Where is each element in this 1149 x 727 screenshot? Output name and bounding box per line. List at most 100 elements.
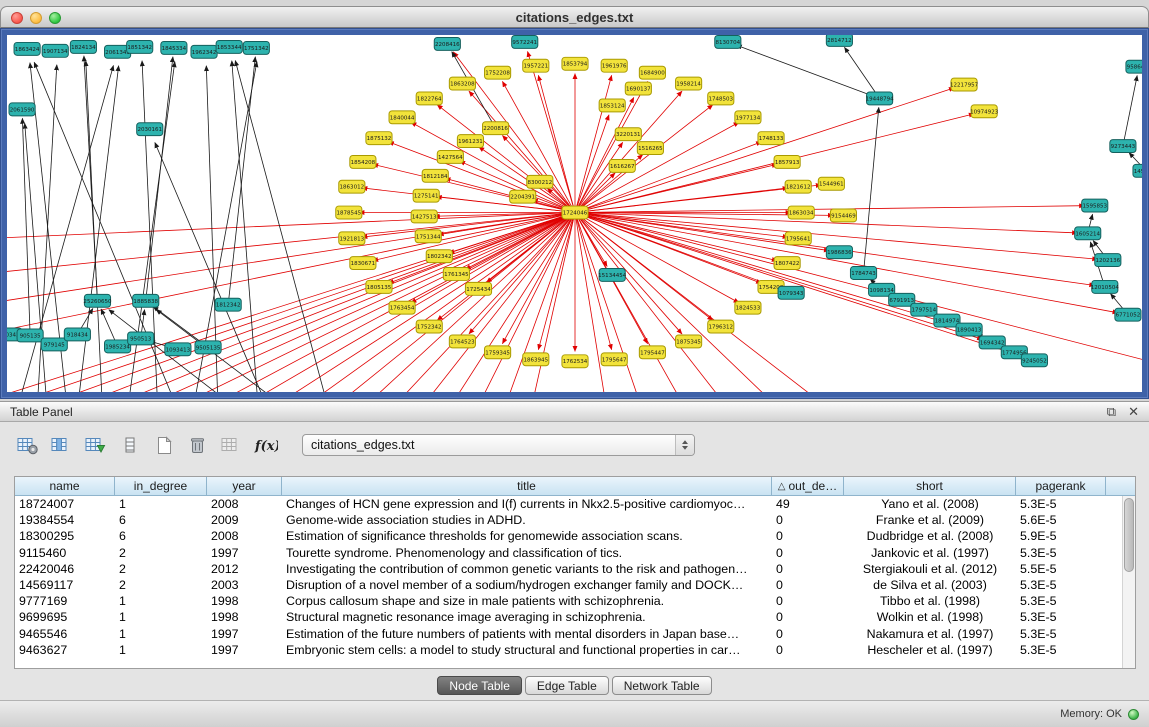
graph-node[interactable]: 979145 (41, 338, 67, 351)
graph-node[interactable]: 9273443 (1110, 140, 1136, 153)
graph-node[interactable]: 1427513 (411, 210, 437, 223)
column-header-short[interactable]: short (844, 477, 1016, 496)
graph-node[interactable]: 905135 (17, 329, 43, 342)
graph-edge[interactable] (7, 213, 575, 273)
graph-node[interactable]: 1763454 (389, 301, 415, 314)
graph-node[interactable]: 1202136 (1095, 254, 1121, 267)
graph-node[interactable]: 1854208 (350, 155, 376, 168)
graph-node[interactable]: 1762534 (562, 355, 588, 368)
table-row[interactable]: 2242004622012Investigating the contribut… (15, 561, 1135, 577)
column-header-pagerank[interactable]: pagerank (1016, 477, 1106, 496)
graph-node[interactable]: 1812342 (215, 298, 241, 311)
graph-node[interactable]: 1605214 (1075, 227, 1101, 240)
graph-node[interactable]: 2814712 (826, 35, 852, 46)
graph-node[interactable]: 1962342 (191, 45, 217, 58)
graph-node[interactable]: 950513 (128, 332, 154, 345)
graph-node[interactable]: 1885838 (133, 294, 159, 307)
vertical-scrollbar[interactable] (1122, 496, 1135, 668)
graph-edge[interactable] (1123, 75, 1137, 146)
graph-node[interactable]: 1795447 (639, 346, 665, 359)
graph-node[interactable]: 1761345 (443, 268, 469, 281)
graph-node[interactable]: 1093413 (165, 343, 191, 356)
graph-node[interactable]: 1516265 (637, 142, 663, 155)
graph-node[interactable]: 2030161 (137, 123, 163, 136)
graph-node[interactable]: 1784743 (850, 267, 876, 280)
graph-node[interactable]: 1863945 (523, 353, 549, 366)
show-columns-icon[interactable] (48, 433, 75, 458)
column-header-name[interactable]: name (15, 477, 115, 496)
graph-node[interactable]: 1544961 (818, 177, 844, 190)
table-row[interactable]: 969969511998Structural magnetic resonanc… (15, 609, 1135, 625)
hub-node[interactable]: 1724046 (562, 206, 588, 219)
graph-node[interactable]: 1921813 (339, 232, 365, 245)
graph-node[interactable]: 1795641 (785, 232, 811, 245)
graph-node[interactable]: 1796312 (708, 320, 734, 333)
graph-node[interactable]: 3220131 (615, 128, 641, 141)
graph-node[interactable]: 1875345 (676, 335, 702, 348)
graph-node[interactable]: 10974923 (970, 105, 999, 118)
minimize-window-button[interactable] (30, 12, 42, 24)
graph-node[interactable]: 12217957 (950, 78, 979, 91)
table-row[interactable]: 1456911722003Disruption of a novel membe… (15, 577, 1135, 593)
graph-node[interactable]: 1752342 (416, 320, 442, 333)
graph-node[interactable]: 1961976 (601, 59, 627, 72)
graph-node[interactable]: 9154469 (830, 209, 856, 222)
graph-node[interactable]: 15134454 (598, 269, 627, 282)
table-row[interactable]: 1830029562008Estimation of significance … (15, 528, 1135, 544)
column-header-in-degree[interactable]: in_degree (115, 477, 207, 496)
graph-node[interactable]: 1821612 (785, 180, 811, 193)
graph-node[interactable]: 19448794 (866, 92, 895, 105)
graph-edge[interactable] (575, 97, 634, 212)
function-builder-icon[interactable]: f(x) (252, 433, 279, 458)
graph-node[interactable]: 1830671 (350, 257, 376, 270)
graph-node[interactable]: 1853794 (562, 57, 588, 70)
graph-node[interactable]: 8130704 (715, 35, 741, 48)
graph-node[interactable]: 1079343 (778, 286, 804, 299)
graph-edge[interactable] (86, 61, 103, 392)
graph-edge[interactable] (228, 57, 255, 305)
graph-edge[interactable] (146, 57, 173, 301)
graph-node[interactable]: 1807422 (774, 257, 800, 270)
table-options-icon[interactable] (14, 433, 41, 458)
graph-node[interactable]: 1802342 (426, 250, 452, 263)
float-panel-icon[interactable]: ⧉ (1107, 405, 1116, 418)
new-table-icon[interactable] (150, 433, 177, 458)
graph-node[interactable]: 2200816 (483, 122, 509, 135)
table-row[interactable]: 946554611997Estimation of the future num… (15, 626, 1135, 642)
graph-edge[interactable] (575, 213, 701, 392)
tab-node-table[interactable]: Node Table (437, 676, 522, 695)
graph-node[interactable]: 1857913 (774, 155, 800, 168)
graph-node[interactable]: 1961231 (457, 135, 483, 148)
graph-edge[interactable] (25, 123, 48, 392)
table-row[interactable]: 911546021997Tourette syndrome. Phenomeno… (15, 545, 1135, 561)
graph-node[interactable]: 1822764 (416, 92, 442, 105)
graph-node[interactable]: 1748133 (758, 132, 784, 145)
tab-network-table[interactable]: Network Table (612, 676, 712, 695)
graph-edge[interactable] (864, 107, 879, 273)
graph-node[interactable]: 1845334 (161, 41, 187, 54)
graph-node[interactable]: 2061590 (9, 103, 35, 116)
graph-node[interactable]: 1840044 (389, 111, 415, 124)
delete-table-icon[interactable] (184, 433, 211, 458)
graph-node[interactable]: 1863208 (449, 77, 475, 90)
table-source-dropdown[interactable]: citations_edges.txt (302, 434, 695, 456)
graph-node[interactable]: 2204391 (510, 190, 536, 203)
column-header-out-de[interactable]: △out_de… (772, 477, 844, 496)
tab-edge-table[interactable]: Edge Table (525, 676, 609, 695)
graph-edge[interactable] (844, 47, 879, 98)
graph-node[interactable]: 9245052 (1021, 354, 1047, 367)
graph-node[interactable]: 1797514 (911, 303, 937, 316)
graph-edge[interactable] (84, 56, 98, 301)
table-row[interactable]: 977716911998Corpus callosum shape and si… (15, 593, 1135, 609)
table-row[interactable]: 1872400712008Changes of HCN gene express… (15, 496, 1135, 512)
graph-node[interactable]: 1977134 (735, 111, 761, 124)
graph-node[interactable]: 1751342 (243, 41, 269, 54)
graph-node[interactable]: 25260650 (83, 294, 112, 307)
graph-node[interactable]: 1427564 (437, 151, 463, 164)
graph-node[interactable]: 1751344 (415, 230, 441, 243)
graph-node[interactable]: 1805135 (366, 280, 392, 293)
row-height-icon[interactable] (116, 433, 143, 458)
graph-node[interactable]: 1595853 (1082, 199, 1108, 212)
zoom-window-button[interactable] (49, 12, 61, 24)
graph-node[interactable]: 1812184 (422, 169, 448, 182)
